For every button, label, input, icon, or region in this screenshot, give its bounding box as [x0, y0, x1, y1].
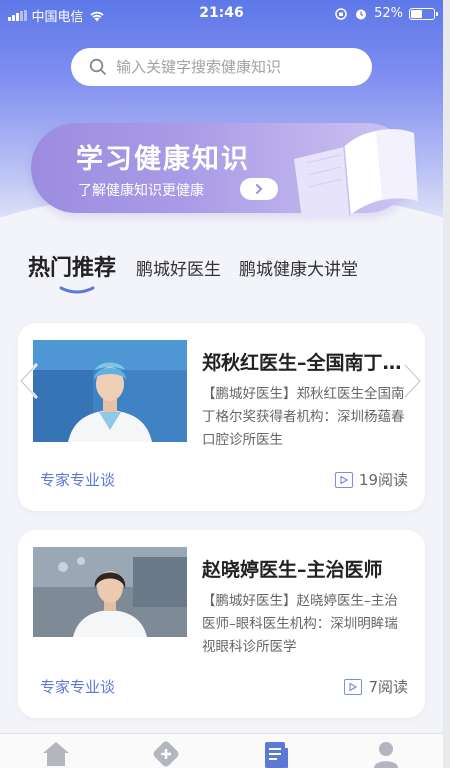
chevron-left-icon[interactable] — [16, 362, 40, 400]
home-icon — [43, 742, 69, 766]
tab-hot-recommend[interactable]: 热门推荐 — [28, 250, 116, 282]
search-input[interactable] — [116, 58, 356, 76]
video-play-icon — [334, 471, 353, 488]
tabbar-articles[interactable] — [261, 740, 291, 768]
chevron-right-icon[interactable] — [401, 362, 425, 400]
article-title: 赵晓婷医生–主治医师 — [202, 559, 383, 581]
bottom-tab-bar — [0, 733, 443, 768]
category-tabs: 热门推荐 鹏城好医生 鹏城健康大讲堂 — [28, 250, 376, 282]
search-bar[interactable] — [71, 48, 372, 86]
health-plus-icon — [153, 741, 179, 767]
article-list-icon — [265, 742, 288, 768]
tabbar-health[interactable] — [151, 740, 181, 768]
battery-percent: 52% — [374, 6, 403, 21]
open-book-illustration — [294, 129, 418, 219]
article-thumbnail — [33, 340, 187, 442]
read-count-label: 19阅读 — [358, 471, 408, 489]
article-read-count: 19阅读 — [334, 469, 408, 490]
article-description: 【鹏城好医生】郑秋红医生全国南丁格尔奖获得者机构：深圳杨蕴春口腔诊所医生 — [202, 386, 405, 448]
tab-active-indicator — [59, 286, 95, 294]
article-tag[interactable]: 专家专业谈 — [40, 676, 115, 697]
article-read-count: 7阅读 — [344, 676, 408, 697]
orientation-lock-icon — [335, 7, 347, 20]
video-play-icon — [344, 678, 363, 695]
search-icon — [89, 58, 106, 75]
profile-icon — [374, 742, 398, 768]
status-right: 52% — [334, 6, 438, 21]
article-thumbnail — [33, 547, 187, 649]
alarm-icon — [356, 9, 367, 19]
tabbar-home[interactable] — [41, 740, 71, 768]
article-card[interactable]: 赵晓婷医生–主治医师 【鹏城好医生】赵晓婷医生–主治医师–眼科医生机构：深圳明眸… — [18, 530, 425, 718]
chevron-right-icon — [256, 184, 263, 194]
article-tag[interactable]: 专家专业谈 — [40, 469, 115, 490]
battery-icon — [409, 7, 438, 20]
screen-edge — [443, 0, 450, 768]
tab-good-doctor[interactable]: 鹏城好医生 — [136, 255, 221, 280]
banner-title: 学习健康知识 — [76, 144, 250, 175]
banner-subtitle: 了解健康知识更健康 — [78, 183, 204, 199]
banner-arrow-button[interactable] — [240, 178, 278, 200]
learn-health-banner[interactable]: 学习健康知识 了解健康知识更健康 — [31, 123, 418, 219]
article-description: 【鹏城好医生】赵晓婷医生–主治医师–眼科医生机构：深圳明眸瑞视眼科诊所医学 — [202, 593, 398, 655]
article-title: 郑秋红医生–全国南丁格尔奖获得者 — [202, 352, 409, 374]
app-screen: 中国电信 21:46 52% 输入关键字搜索健康知识 学习健康知识 了解健康知识… — [0, 0, 443, 768]
read-count-label: 7阅读 — [368, 678, 408, 696]
tab-health-lecture[interactable]: 鹏城健康大讲堂 — [239, 255, 358, 280]
article-card[interactable]: 郑秋红医生–全国南丁格尔奖获得者 【鹏城好医生】郑秋红医生全国南丁格尔奖获得者机… — [18, 323, 425, 511]
status-bar: 中国电信 21:46 52% — [0, 0, 443, 28]
tabbar-profile[interactable] — [371, 740, 401, 768]
